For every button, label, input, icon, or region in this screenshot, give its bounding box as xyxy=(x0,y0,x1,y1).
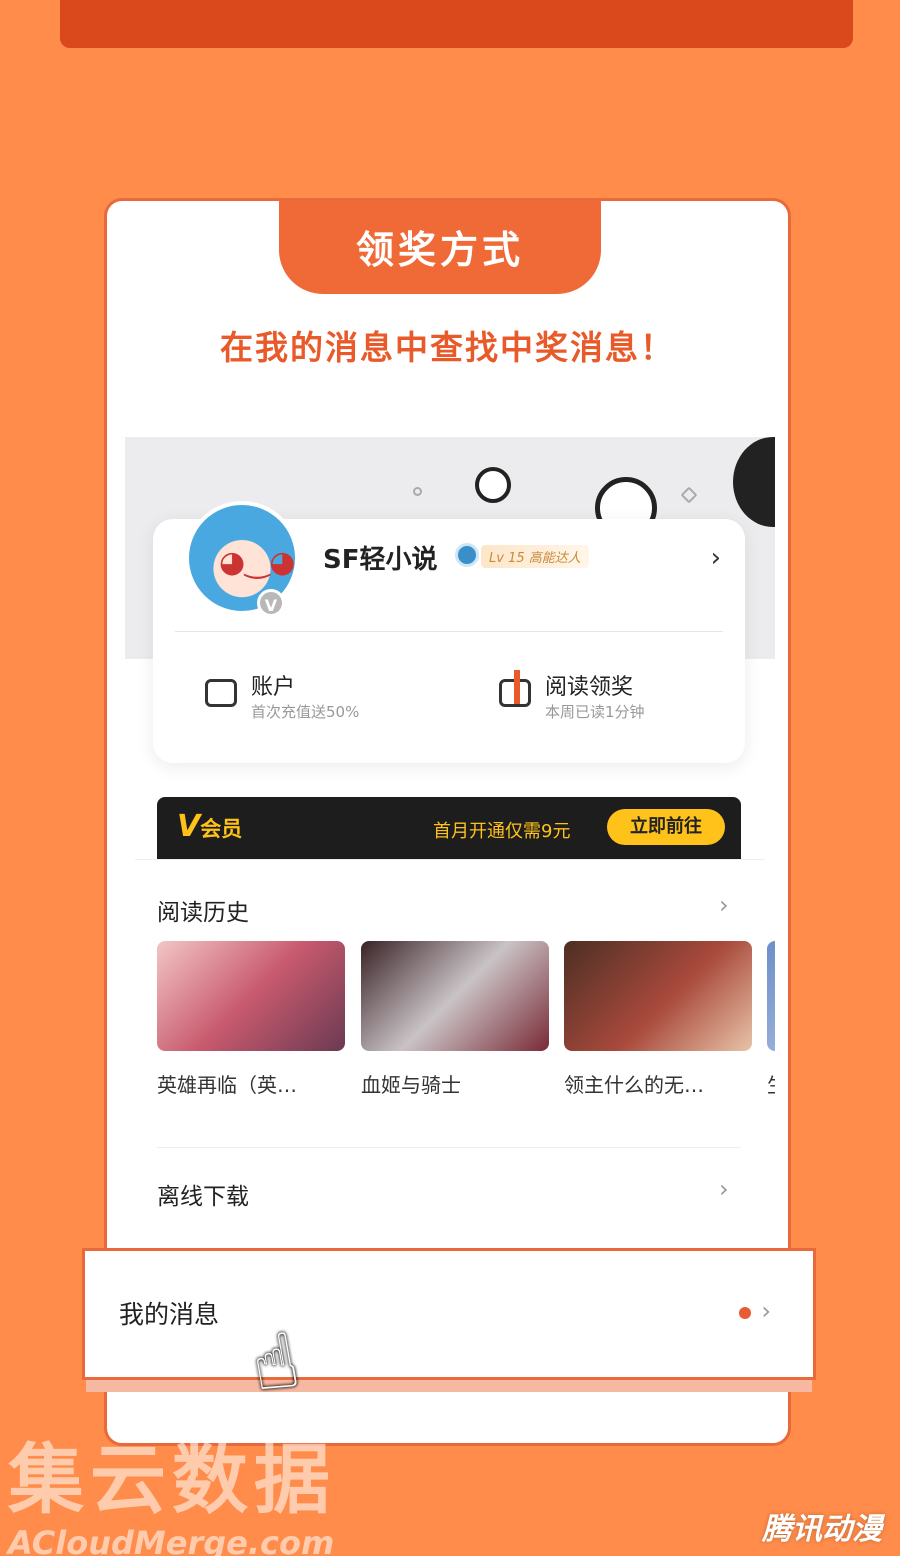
offline-download-title[interactable]: 离线下载 xyxy=(157,1177,249,1211)
profile-card[interactable]: ◕‿◕ V SF轻小说 Lv 15 高能达人 › 账户 首次充值送50% 阅读领… xyxy=(153,501,745,763)
vip-banner[interactable]: V会员 首月开通仅需9元 立即前往 xyxy=(157,797,741,859)
reading-history-title[interactable]: 阅读历史 xyxy=(157,893,249,927)
level-planet-icon xyxy=(455,543,479,567)
vip-logo: V会员 xyxy=(177,809,242,844)
book-item[interactable]: 生 xyxy=(767,941,775,1098)
watermark: 集云数据 ACloudMerge.com xyxy=(8,1418,336,1556)
book-cover xyxy=(564,941,752,1051)
reading-reward-sub: 本周已读1分钟 xyxy=(545,703,645,721)
top-banner-bar xyxy=(60,0,853,48)
reading-reward-label: 阅读领奖 xyxy=(545,675,634,700)
book-cover xyxy=(157,941,345,1051)
account-sub: 首次充值送50% xyxy=(251,703,360,721)
watermark-en: ACloudMerge.com xyxy=(8,1524,335,1556)
book-cover xyxy=(361,941,549,1051)
mascot-dark-icon xyxy=(733,437,775,527)
card-subtitle: 在我的消息中查找中奖消息！ xyxy=(220,328,675,367)
unread-dot xyxy=(739,1307,751,1319)
chevron-right-icon[interactable]: › xyxy=(761,1297,771,1325)
mascot-small-icon xyxy=(475,467,511,503)
book-title: 生 xyxy=(767,1069,775,1098)
verified-badge: V xyxy=(257,589,285,617)
divider xyxy=(135,859,765,860)
divider xyxy=(157,1147,741,1148)
divider xyxy=(175,631,723,632)
decor-dot-icon xyxy=(413,487,422,496)
card-title: 领奖方式 xyxy=(279,201,601,294)
chevron-right-icon[interactable]: › xyxy=(719,1175,729,1203)
vip-description: 首月开通仅需9元 xyxy=(433,821,571,842)
book-title: 领主什么的无… xyxy=(564,1073,704,1097)
watermark-cn: 集云数据 xyxy=(8,1435,336,1524)
vip-logo-text: 会员 xyxy=(200,817,243,841)
vip-logo-v: V xyxy=(177,809,201,844)
decor-diamond-icon xyxy=(680,486,698,504)
book-item[interactable]: 血姬与骑士 xyxy=(361,941,549,1098)
level-badge: Lv 15 高能达人 xyxy=(481,545,589,568)
my-messages-row[interactable]: 我的消息 › xyxy=(82,1248,816,1380)
gift-icon xyxy=(499,670,531,707)
account-label: 账户 xyxy=(251,675,296,700)
profile-name: SF轻小说 xyxy=(323,545,438,575)
book-item[interactable]: 领主什么的无… xyxy=(564,941,752,1098)
chevron-right-icon[interactable]: › xyxy=(711,543,721,573)
book-title: 英雄再临（英… xyxy=(157,1073,297,1097)
vip-go-button[interactable]: 立即前往 xyxy=(607,809,725,845)
book-item[interactable]: 英雄再临（英… xyxy=(157,941,345,1098)
book-title: 血姬与骑士 xyxy=(361,1073,461,1097)
my-messages-label: 我的消息 xyxy=(119,1300,220,1329)
history-book-list: 英雄再临（英… 血姬与骑士 领主什么的无… 生 xyxy=(157,941,775,1101)
book-cover xyxy=(767,941,775,1051)
chevron-right-icon[interactable]: › xyxy=(719,891,729,919)
tencent-comic-logo: 腾讯动漫 xyxy=(762,1512,882,1547)
wallet-icon xyxy=(205,679,237,707)
messages-highlight-shadow xyxy=(86,1380,812,1392)
avatar-face-icon: ◕‿◕ xyxy=(219,545,296,580)
